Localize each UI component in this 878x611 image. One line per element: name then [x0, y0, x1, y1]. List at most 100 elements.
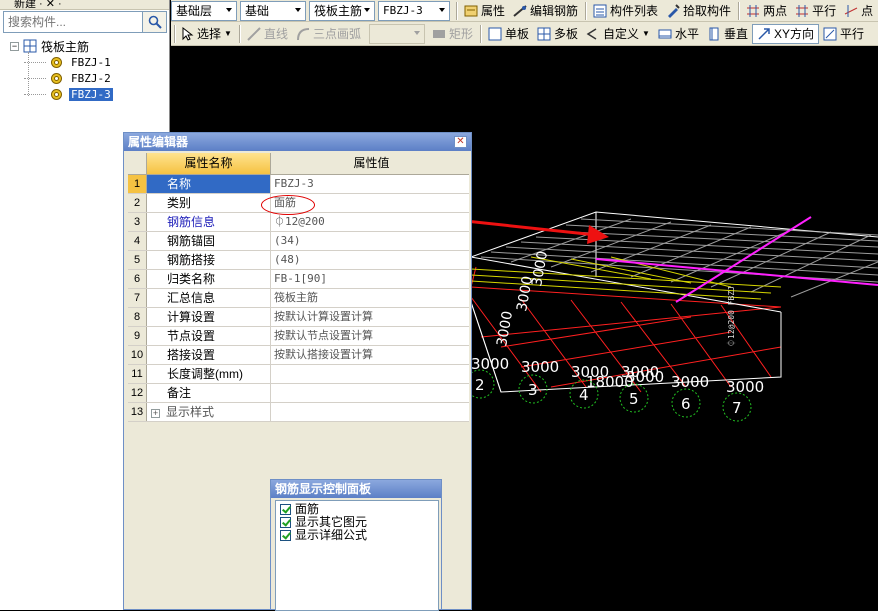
dimension-label: 3000 — [626, 368, 664, 386]
point-angle-button-label: 点 — [861, 4, 874, 18]
dimension-label: 3000 — [494, 310, 516, 348]
property-value[interactable] — [271, 403, 469, 421]
checkbox-checked[interactable] — [280, 517, 291, 528]
line-button-label: 直线 — [263, 27, 288, 41]
custom-icon — [586, 27, 597, 40]
horizontal-button[interactable]: 水平 — [654, 24, 703, 44]
property-row[interactable]: 4 钢筋锚固 (34) — [128, 232, 469, 251]
search-input[interactable] — [3, 11, 143, 33]
chevron-down-icon: ▼ — [642, 29, 650, 38]
property-name: 汇总信息 — [147, 289, 271, 307]
row-number: 8 — [128, 308, 147, 326]
axis-number: 7 — [732, 399, 742, 417]
category-select[interactable]: 筏板主筋 — [309, 0, 375, 21]
draw-toolbar: 选择 ▼ 直线 三点画弧 矩形 单板 多板 自定义 ▼ 水平 垂直 XY方向 平… — [171, 22, 878, 46]
property-row-selected[interactable]: 1 名称 FBZJ-3 — [128, 175, 469, 194]
dimension-label: 3000 — [671, 373, 709, 391]
type-select[interactable]: 基础 — [240, 0, 306, 21]
parallel-button-label: 平行 — [812, 4, 837, 18]
tree-toolbar[interactable]: 新建 · ✕ · — [0, 0, 169, 10]
axis-number: 3 — [528, 381, 538, 399]
rebar-panel-titlebar[interactable]: 钢筋显示控制面板 — [271, 480, 441, 498]
property-value[interactable]: FB-1[90] — [271, 270, 469, 288]
property-editor-titlebar[interactable]: 属性编辑器 ✕ — [124, 133, 471, 151]
property-row[interactable]: 10 搭接设置 按默认搭接设置计算 — [128, 346, 469, 365]
two-point-button-label: 两点 — [763, 4, 788, 18]
property-value[interactable]: 按默认计算设置计算 — [271, 308, 469, 326]
edit-rebar-button[interactable]: 编辑钢筋 — [509, 1, 582, 21]
checkbox-checked[interactable] — [280, 504, 291, 515]
multi-board-button[interactable]: 多板 — [533, 24, 582, 44]
tree-item-label: FBZJ-1 — [71, 55, 111, 69]
custom-button[interactable]: 自定义 ▼ — [582, 24, 654, 44]
search-button[interactable] — [143, 11, 167, 33]
xy-direction-button-label: XY方向 — [773, 27, 814, 41]
property-row[interactable]: 12 备注 — [128, 384, 469, 403]
rectangle-button-label: 矩形 — [448, 27, 473, 41]
tree-item[interactable]: FBZJ-1 — [6, 54, 166, 70]
list-icon — [593, 4, 607, 17]
property-name: 钢筋信息 — [147, 213, 271, 231]
rectangle-button[interactable]: 矩形 — [428, 24, 477, 44]
component-list-button[interactable]: 构件列表 — [589, 1, 662, 21]
parallel-icon — [796, 4, 809, 17]
single-board-button[interactable]: 单板 — [484, 24, 533, 44]
property-row-group[interactable]: 13 + 显示样式 — [128, 403, 469, 422]
vertical-button[interactable]: 垂直 — [703, 24, 752, 44]
rebar-annotation: ⏀12@200 FBZJ — [726, 286, 736, 347]
tree-root-item[interactable]: − 筏板主筋 — [6, 38, 166, 54]
property-row[interactable]: 6 归类名称 FB-1[90] — [128, 270, 469, 289]
option-show-formula[interactable]: 显示详细公式 — [280, 529, 434, 542]
component-select-value: FBZJ-3 — [383, 4, 423, 17]
dimension-label: 3000 — [471, 355, 509, 373]
point-angle-button[interactable]: 点 — [840, 1, 877, 21]
property-row[interactable]: 11 长度调整(mm) — [128, 365, 469, 384]
property-value[interactable]: (48) — [271, 251, 469, 269]
property-name: 显示样式 — [166, 405, 215, 419]
three-point-arc-button[interactable]: 三点画弧 — [292, 24, 365, 44]
checkbox-checked[interactable] — [280, 530, 291, 541]
property-value[interactable] — [271, 365, 469, 383]
tree-item-selected[interactable]: FBZJ-3 — [6, 86, 166, 102]
property-grid: 属性名称 属性值 1 名称 FBZJ-3 2 类别 面筋 3 钢筋信息 ⏀12@… — [128, 153, 469, 422]
parallel-rebar-button[interactable]: 平行 — [819, 24, 868, 44]
two-point-button[interactable]: 两点 — [742, 1, 791, 21]
property-row[interactable]: 3 钢筋信息 ⏀12@200 — [128, 213, 469, 232]
property-row[interactable]: 8 计算设置 按默认计算设置计算 — [128, 308, 469, 327]
row-number: 5 — [128, 251, 147, 269]
property-value[interactable]: 按默认节点设置计算 — [271, 327, 469, 345]
property-value[interactable]: FBZJ-3 — [271, 175, 469, 193]
highlight-ellipse — [261, 195, 315, 215]
chevron-down-icon — [295, 7, 301, 12]
property-name: 名称 — [147, 175, 271, 193]
expand-icon[interactable]: + — [151, 409, 160, 418]
property-value[interactable]: 按默认搭接设置计算 — [271, 346, 469, 364]
two-point-icon — [747, 4, 760, 17]
property-row[interactable]: 5 钢筋搭接 (48) — [128, 251, 469, 270]
property-row[interactable]: 9 节点设置 按默认节点设置计算 — [128, 327, 469, 346]
column-header-value: 属性值 — [353, 156, 390, 170]
property-button[interactable]: 属性 — [460, 1, 509, 21]
property-value[interactable]: 筏板主筋 — [271, 289, 469, 307]
component-select[interactable]: FBZJ-3 — [378, 0, 450, 21]
property-value[interactable]: (34) — [271, 232, 469, 250]
line-button[interactable]: 直线 — [243, 24, 292, 44]
parallel-button[interactable]: 平行 — [791, 1, 840, 21]
property-value[interactable]: ⏀12@200 — [271, 213, 469, 231]
type-select-value: 基础 — [245, 4, 270, 18]
select-button[interactable]: 选择 ▼ — [178, 24, 236, 44]
property-name: 备注 — [147, 384, 271, 402]
collapse-icon[interactable]: − — [10, 41, 19, 51]
arc-mode-select[interactable] — [368, 23, 425, 44]
pick-component-button[interactable]: 拾取构件 — [662, 1, 735, 21]
property-value[interactable] — [271, 384, 469, 402]
tree-item[interactable]: FBZJ-2 — [6, 70, 166, 86]
close-icon[interactable]: ✕ — [454, 136, 467, 148]
property-group[interactable]: + 显示样式 — [147, 403, 271, 421]
xy-direction-icon — [758, 27, 770, 40]
floor-select[interactable]: 基础层 — [171, 0, 237, 21]
property-name: 钢筋锚固 — [147, 232, 271, 250]
rebar-panel-body: 面筋 显示其它图元 显示详细公式 — [275, 500, 439, 611]
property-row[interactable]: 7 汇总信息 筏板主筋 — [128, 289, 469, 308]
xy-direction-button[interactable]: XY方向 — [751, 23, 819, 44]
